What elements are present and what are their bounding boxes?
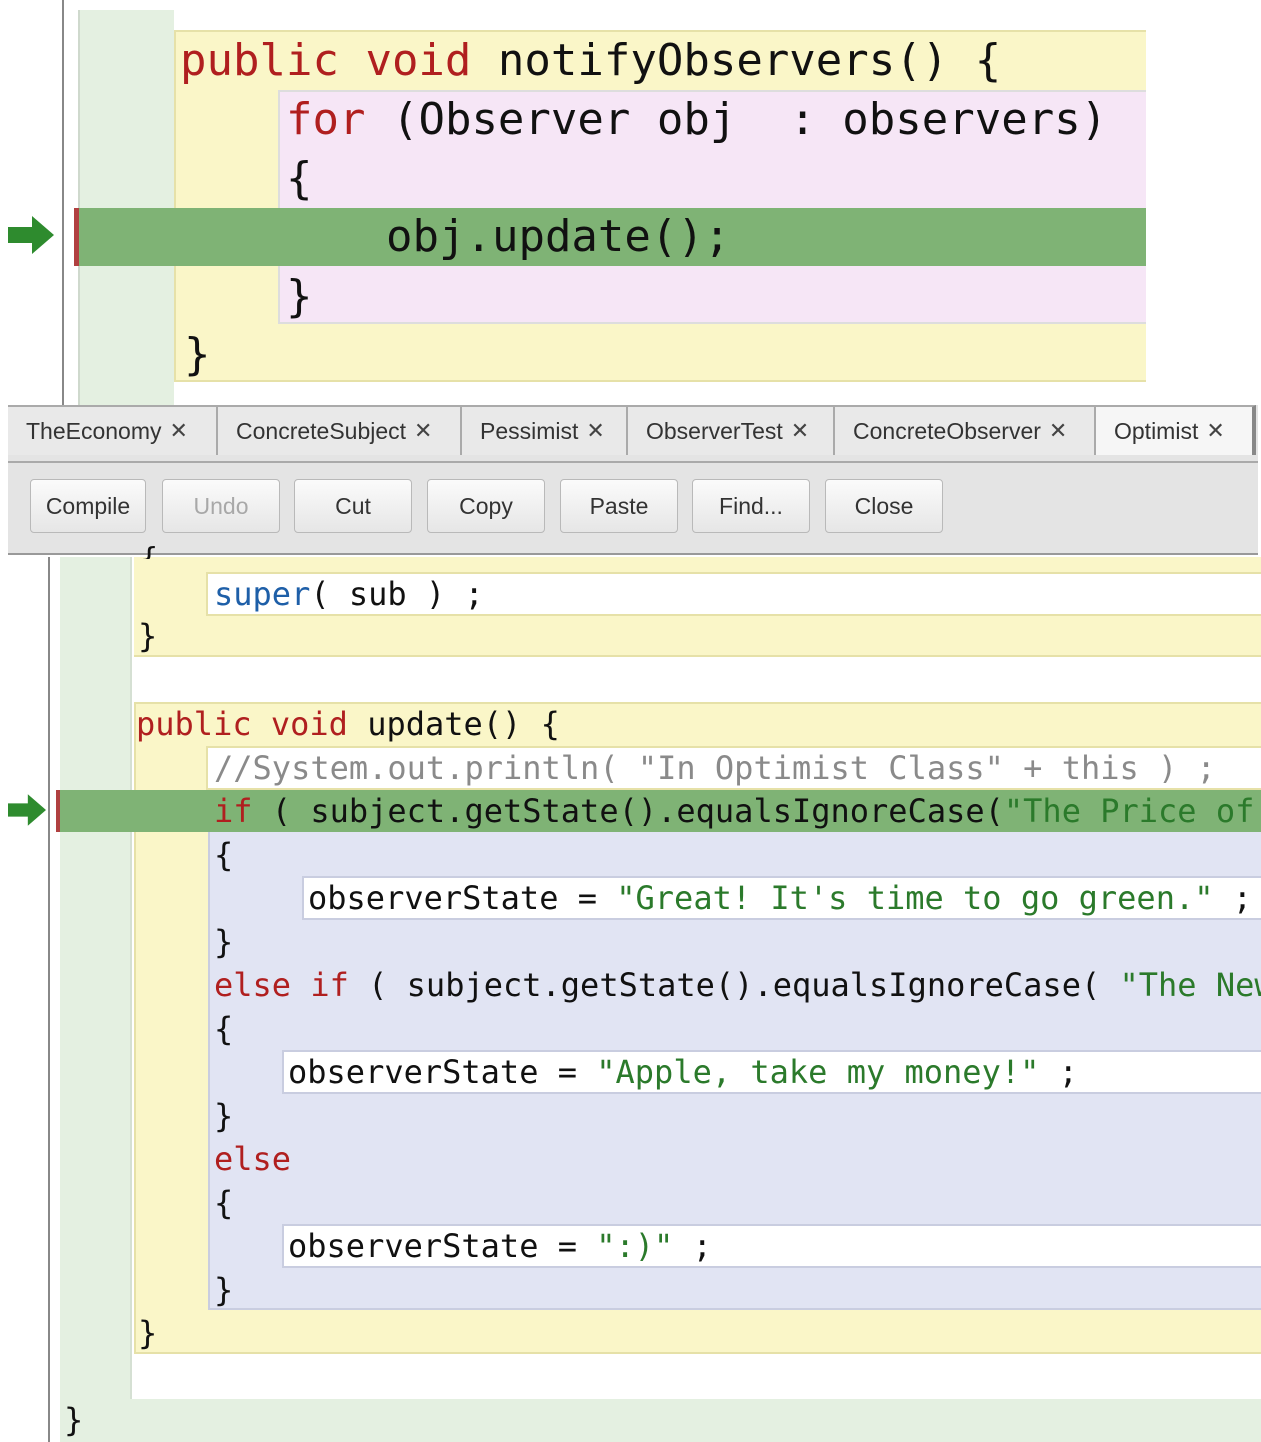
tab-label: Pessimist bbox=[480, 417, 579, 444]
tab-pessimist[interactable]: Pessimist ✕ bbox=[462, 405, 628, 455]
tab-label: ConcreteObserver bbox=[853, 417, 1041, 444]
close-icon[interactable]: ✕ bbox=[414, 418, 432, 444]
tab-concreteobserver[interactable]: ConcreteObserver ✕ bbox=[835, 405, 1096, 455]
copy-button[interactable]: Copy bbox=[427, 479, 545, 533]
paste-button[interactable]: Paste bbox=[560, 479, 678, 533]
gutter-border bbox=[48, 557, 50, 1442]
tab-label: Optimist bbox=[1114, 417, 1199, 444]
code-line-for: for (Observer obj : observers) bbox=[286, 94, 1108, 145]
code-line-brace: { bbox=[214, 836, 234, 874]
tab-optimist[interactable]: Optimist ✕ bbox=[1096, 405, 1256, 455]
code-line-update-signature: public void update() { bbox=[136, 705, 560, 743]
gutter-border bbox=[62, 0, 64, 405]
tab-theeconomy[interactable]: TheEconomy ✕ bbox=[8, 405, 218, 455]
code-line-else: else bbox=[214, 1140, 292, 1178]
code-line-assign-smiley: observerState = ":)" ; bbox=[288, 1227, 712, 1265]
code-line-brace: { bbox=[214, 1184, 234, 1222]
close-icon[interactable]: ✕ bbox=[170, 418, 188, 444]
close-button[interactable]: Close bbox=[825, 479, 943, 533]
find-button[interactable]: Find... bbox=[692, 479, 810, 533]
code-line-class-close: } bbox=[64, 1401, 84, 1439]
editor-window-chrome: TheEconomy ✕ ConcreteSubject ✕ Pessimist ✕ … bbox=[8, 405, 1258, 555]
code-line-assign-apple: observerState = "Apple, take my money!" … bbox=[288, 1053, 1078, 1091]
code-line-update-call: obj.update(); bbox=[386, 211, 731, 262]
code-partial-brace: { bbox=[140, 545, 158, 559]
code-line-open-brace: { bbox=[286, 153, 313, 204]
close-icon[interactable]: ✕ bbox=[586, 418, 604, 444]
breakpoint-marker bbox=[74, 208, 79, 266]
code-line-comment: //System.out.println( "In Optimist Class… bbox=[214, 749, 1216, 787]
close-icon[interactable]: ✕ bbox=[1049, 418, 1067, 444]
code-line-brace: { bbox=[214, 1010, 234, 1048]
code-line-method-close: } bbox=[184, 329, 211, 380]
tab-label: ObserverTest bbox=[646, 417, 783, 444]
green-arrow-icon bbox=[8, 794, 46, 826]
code-line-super-call: super( sub ) ; bbox=[214, 575, 484, 613]
tab-label: TheEconomy bbox=[26, 417, 162, 444]
breakpoint-marker bbox=[56, 790, 60, 832]
cut-button[interactable]: Cut bbox=[294, 479, 412, 533]
code-line-close-brace: } bbox=[286, 271, 313, 322]
code-line-method-signature: public void notifyObservers() { bbox=[180, 35, 1002, 86]
compile-button[interactable]: Compile bbox=[30, 479, 146, 533]
code-line-brace: } bbox=[214, 923, 234, 961]
code-line-if: if ( subject.getState().equalsIgnoreCase… bbox=[214, 792, 1255, 830]
tab-bar: TheEconomy ✕ ConcreteSubject ✕ Pessimist ✕ … bbox=[8, 405, 1258, 463]
green-arrow-icon bbox=[8, 216, 54, 254]
close-icon[interactable]: ✕ bbox=[1206, 418, 1224, 444]
tab-concretesubject[interactable]: ConcreteSubject ✕ bbox=[218, 405, 462, 455]
tab-label: ConcreteSubject bbox=[236, 417, 407, 444]
code-line-else-if: else if ( subject.getState().equalsIgnor… bbox=[214, 966, 1261, 1004]
code-line-constructor-close: } bbox=[138, 617, 158, 655]
tab-observertest[interactable]: ObserverTest ✕ bbox=[628, 405, 835, 455]
close-icon[interactable]: ✕ bbox=[791, 418, 809, 444]
code-line-assign-green: observerState = "Great! It's time to go … bbox=[308, 879, 1253, 917]
code-line-method-close: } bbox=[138, 1314, 158, 1352]
undo-button[interactable]: Undo bbox=[162, 479, 280, 533]
code-line-brace: } bbox=[214, 1097, 234, 1135]
code-line-brace: } bbox=[214, 1271, 234, 1309]
